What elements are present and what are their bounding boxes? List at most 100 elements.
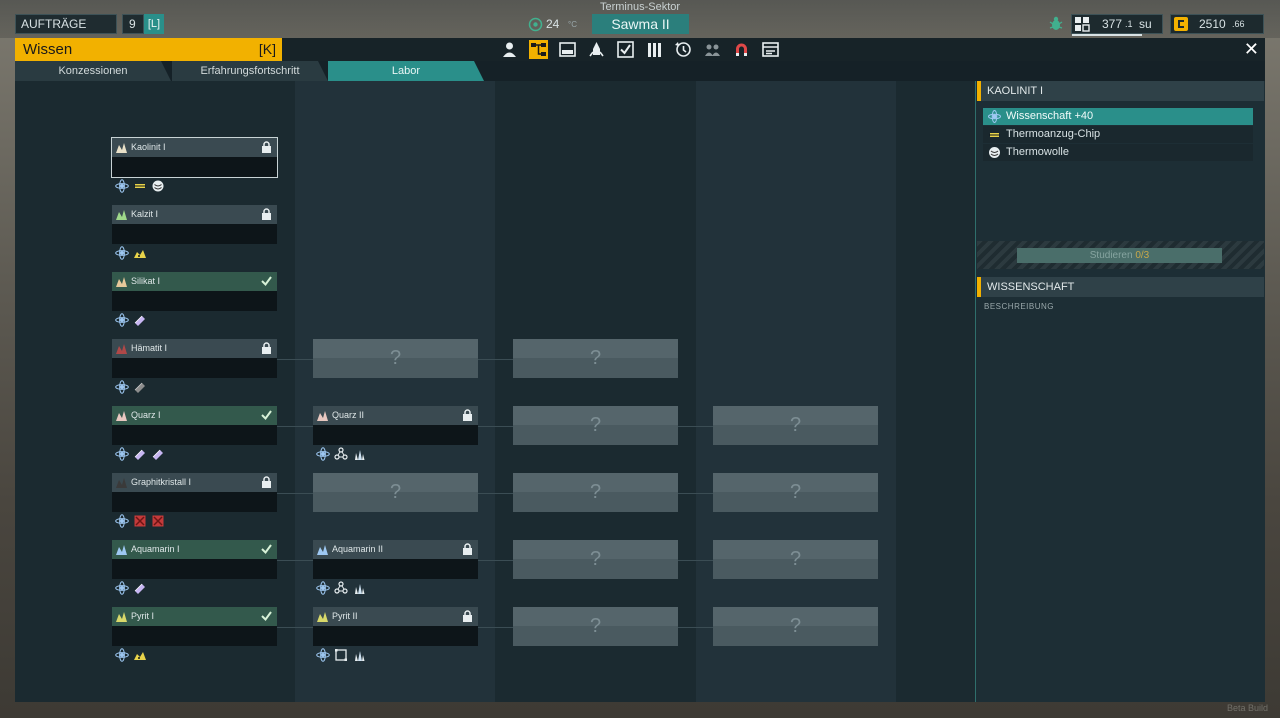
- research-node-title: Graphitkristall I: [131, 477, 192, 487]
- reward-science[interactable]: Wissenschaft +40: [983, 108, 1253, 125]
- research-node[interactable]: Quarz II: [313, 406, 478, 461]
- chip-icon: [134, 184, 146, 188]
- temperature-value: 24: [546, 17, 560, 31]
- tree-connector: [277, 627, 313, 628]
- research-node[interactable]: Kaolinit I: [111, 137, 278, 193]
- mineral-icon: [116, 143, 127, 153]
- unknown-research-node[interactable]: ?: [313, 473, 478, 512]
- tab-labor[interactable]: Labor: [328, 61, 484, 81]
- research-node-header: Silikat I: [112, 272, 277, 291]
- research-node-header: Pyrit I: [112, 607, 277, 626]
- colonists-icon[interactable]: [703, 40, 722, 59]
- unknown-research-node[interactable]: ?: [513, 607, 678, 646]
- tab-konzessionen[interactable]: Konzessionen: [15, 61, 171, 81]
- close-icon[interactable]: ✕: [1244, 39, 1259, 60]
- personnel-icon[interactable]: [500, 40, 519, 59]
- crystal-bar-icon: [152, 449, 163, 460]
- terminal-icon[interactable]: [558, 40, 577, 59]
- unknown-research-node[interactable]: ?: [313, 339, 478, 378]
- lock-icon: [463, 409, 472, 421]
- research-node-rewards: [112, 291, 277, 327]
- mineral-icon: [317, 411, 328, 421]
- ore-icon: [134, 250, 146, 258]
- planet-name[interactable]: Sawma II: [592, 14, 689, 34]
- research-node-rewards: [112, 559, 277, 595]
- checkmark-icon: [261, 276, 272, 287]
- mineral-icon: [116, 612, 127, 622]
- description-heading: BESCHREIBUNG: [984, 302, 1055, 311]
- research-node[interactable]: Kalzit I: [112, 205, 277, 260]
- storage-unit: su: [1139, 17, 1152, 31]
- rocket-icon[interactable]: [587, 40, 606, 59]
- unknown-research-node[interactable]: ?: [513, 473, 678, 512]
- tree-connector: [478, 560, 513, 561]
- encyclopedia-icon[interactable]: [645, 40, 664, 59]
- red-crate-icon: [134, 515, 146, 527]
- research-node-rewards: [313, 559, 478, 595]
- science-icon: [115, 380, 129, 394]
- research-node[interactable]: Graphitkristall I: [112, 473, 277, 528]
- unknown-research-node[interactable]: ?: [513, 406, 678, 445]
- tab-erfahrungsfortschritt[interactable]: Erfahrungsfortschritt: [172, 61, 328, 81]
- knowledge-tree-icon[interactable]: [529, 40, 548, 59]
- unknown-research-node[interactable]: ?: [513, 540, 678, 579]
- research-node-header: Aquamarin I: [112, 540, 277, 559]
- science-icon: [115, 313, 129, 327]
- tree-connector: [678, 493, 713, 494]
- unknown-research-node[interactable]: ?: [513, 339, 678, 378]
- mineral-icon: [116, 411, 127, 421]
- research-node[interactable]: Pyrit II: [313, 607, 478, 662]
- reward-wool[interactable]: Thermowolle: [983, 144, 1253, 161]
- checklist-icon[interactable]: [616, 40, 635, 59]
- science-icon: [115, 179, 129, 193]
- tree-connector: [678, 560, 713, 561]
- panel-heading: KAOLINIT I: [977, 81, 1264, 101]
- research-node[interactable]: Hämatit I: [112, 339, 277, 394]
- study-button[interactable]: Studieren 0/3: [1017, 248, 1222, 263]
- research-node-header: Quarz I: [112, 406, 277, 425]
- research-tree: Kaolinit I Kalzit I Silikat I Hämatit I?? Qu…: [15, 81, 975, 702]
- sector-name: Terminus-Sektor: [599, 1, 681, 13]
- crystal-bar-icon: [134, 315, 145, 326]
- crystal-cluster-icon: [355, 584, 365, 594]
- red-crate-icon: [152, 515, 164, 527]
- orders-label: AUFTRÄGE: [21, 17, 87, 31]
- research-node-header: Aquamarin II: [313, 540, 478, 559]
- reward-chip[interactable]: Thermoanzug-Chip: [983, 126, 1253, 143]
- magnet-icon[interactable]: [732, 40, 751, 59]
- research-node-rewards: [313, 425, 478, 461]
- section-heading: WISSENSCHAFT: [977, 277, 1264, 297]
- tree-connector: [478, 426, 513, 427]
- history-icon[interactable]: [674, 40, 693, 59]
- research-node[interactable]: Pyrit I: [112, 607, 277, 662]
- unknown-label: ?: [789, 414, 802, 436]
- unknown-research-node[interactable]: ?: [713, 607, 878, 646]
- unknown-label: ?: [589, 347, 602, 369]
- molecule-icon: [334, 447, 348, 460]
- unknown-research-node[interactable]: ?: [713, 473, 878, 512]
- science-icon: [115, 514, 129, 528]
- research-node-title: Aquamarin II: [332, 544, 384, 554]
- bug-icon[interactable]: [1047, 15, 1065, 33]
- research-node-header: Pyrit II: [313, 607, 478, 626]
- research-node-title: Kalzit I: [131, 209, 159, 219]
- credits-readout: 2510 .66: [1170, 14, 1264, 34]
- build-watermark: Beta Build: [1226, 703, 1268, 713]
- research-node[interactable]: Aquamarin II: [313, 540, 478, 595]
- research-node[interactable]: Silikat I: [112, 272, 277, 327]
- reward-wool-label: Thermowolle: [1006, 146, 1069, 158]
- crystal-bar-icon: [134, 449, 145, 460]
- research-node[interactable]: Aquamarin I: [112, 540, 277, 595]
- temperature-unit: °C: [568, 20, 577, 29]
- storage-value: 377: [1102, 17, 1123, 31]
- wool-icon: [152, 180, 164, 192]
- log-icon[interactable]: [761, 40, 780, 59]
- orders-button[interactable]: AUFTRÄGE: [15, 14, 117, 34]
- temperature-icon: [528, 17, 543, 32]
- unknown-research-node[interactable]: ?: [713, 540, 878, 579]
- crystal-cluster-icon: [355, 651, 365, 661]
- unknown-research-node[interactable]: ?: [713, 406, 878, 445]
- research-node[interactable]: Quarz I: [112, 406, 277, 461]
- science-icon: [115, 447, 129, 461]
- wool-icon: [989, 147, 1000, 158]
